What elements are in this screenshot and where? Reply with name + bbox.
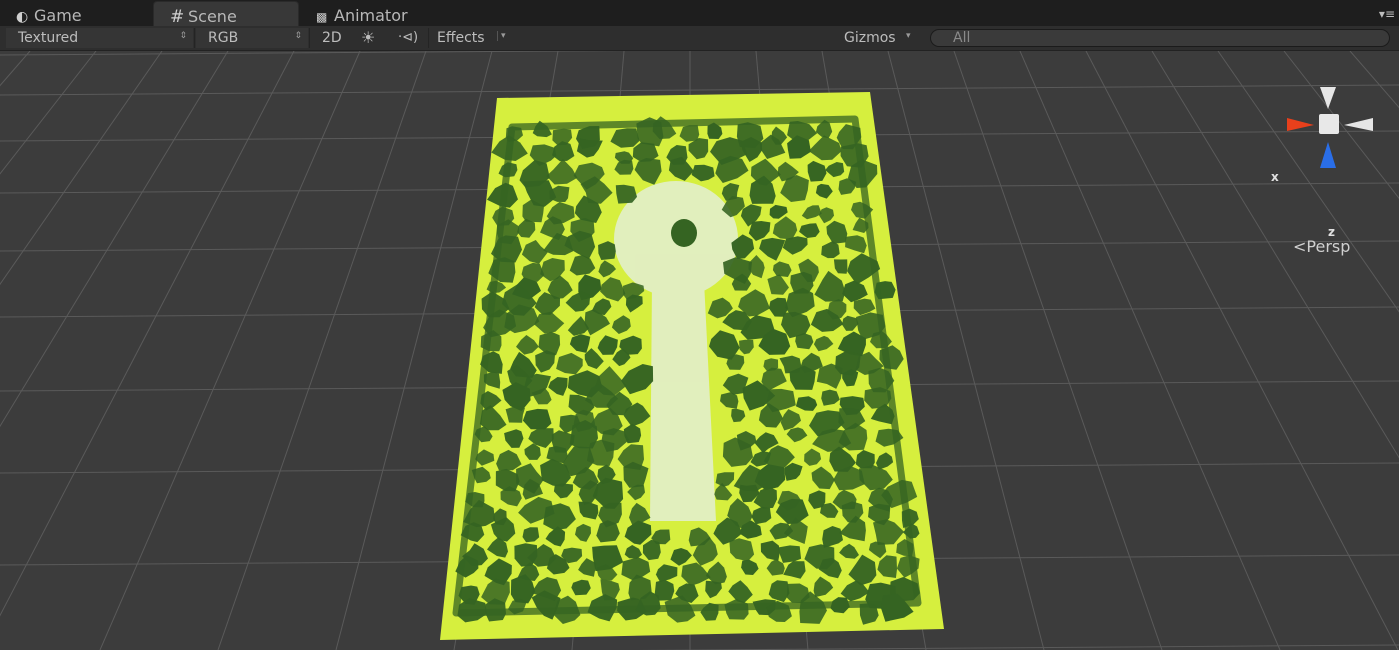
toolbar-divider — [428, 28, 429, 48]
tab-scene-label: Scene — [188, 7, 237, 26]
gizmos-label: Gizmos — [844, 30, 896, 46]
grid-line — [629, 644, 1399, 650]
foliage-clump — [874, 281, 896, 300]
grid-line — [1217, 51, 1399, 313]
editor-tab-bar: ◐ Game # Scene ▩ Animator ▾≡ — [0, 0, 1399, 27]
axis-neg-x-cone[interactable] — [1344, 118, 1373, 131]
toolbar-divider — [194, 28, 195, 48]
grid-line — [1349, 51, 1399, 109]
chevron-down-icon: ▾ — [906, 31, 911, 41]
effects-label: Effects — [437, 30, 485, 46]
axis-x-cone[interactable] — [1287, 118, 1314, 131]
2d-toggle-label: 2D — [322, 30, 342, 46]
render-mode-dropdown[interactable]: RGB ⇕ — [196, 28, 308, 48]
grid-line — [0, 84, 1399, 96]
sun-icon[interactable]: ☀ — [361, 28, 381, 48]
draw-mode-value: Textured — [18, 30, 79, 46]
terrain-plane — [440, 92, 944, 640]
scene-viewport[interactable]: x z <Persp — [0, 51, 1399, 650]
updown-arrow-icon: ⇕ — [294, 31, 302, 41]
game-controller-icon: ◐ — [16, 9, 29, 25]
tab-game[interactable]: ◐ Game — [0, 1, 150, 26]
grid-line — [217, 51, 427, 650]
grid-line — [953, 51, 1163, 650]
panel-menu-icon[interactable]: ▾≡ — [1379, 7, 1395, 21]
perspective-toggle[interactable]: <Persp — [1293, 237, 1350, 256]
tab-animator[interactable]: ▩ Animator — [300, 1, 450, 26]
axis-z-cone[interactable] — [1320, 142, 1336, 168]
grid-line — [99, 51, 361, 650]
scene-canvas — [0, 51, 1399, 650]
scene-orientation-gizmo[interactable] — [1287, 87, 1373, 168]
2d-toggle-button[interactable]: 2D — [322, 28, 348, 48]
tab-animator-label: Animator — [334, 6, 408, 25]
tab-scene[interactable]: # Scene — [153, 1, 299, 27]
gizmos-dropdown[interactable]: Gizmos ▾ — [844, 28, 920, 48]
foliage-clump — [505, 405, 525, 423]
chevron-down-icon[interactable]: ▾ — [497, 31, 506, 41]
scene-toolbar: Textured ⇕ RGB ⇕ 2D ☀ ·⊲) Effects ▾ Gizm… — [0, 26, 1399, 51]
projection-label: Persp — [1306, 237, 1351, 256]
axis-y-cone[interactable] — [1320, 87, 1336, 109]
grid-line — [1283, 51, 1399, 200]
grid-line — [1019, 51, 1281, 650]
toolbar-divider — [309, 28, 310, 48]
grid-line — [0, 51, 630, 56]
grid-hash-icon: # — [170, 7, 185, 27]
foliage-clump — [586, 439, 615, 466]
gizmo-center-cube[interactable] — [1319, 114, 1339, 134]
grid-line — [1085, 51, 1399, 650]
effects-button[interactable]: Effects ▾ — [437, 28, 513, 48]
render-mode-value: RGB — [208, 30, 239, 46]
grid-line — [1151, 51, 1399, 459]
animator-icon: ▩ — [316, 10, 328, 24]
gizmo-x-label: x — [1271, 170, 1279, 184]
updown-arrow-icon: ⇕ — [179, 31, 187, 41]
chevron-left-icon: < — [1293, 237, 1307, 256]
speaker-icon[interactable]: ·⊲) — [398, 28, 422, 48]
search-input[interactable] — [930, 29, 1390, 47]
tab-game-label: Game — [34, 6, 82, 25]
draw-mode-dropdown[interactable]: Textured ⇕ — [6, 28, 193, 48]
